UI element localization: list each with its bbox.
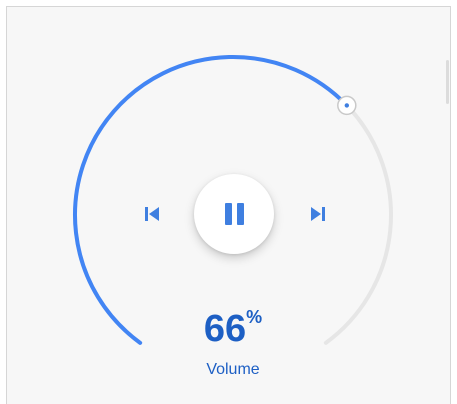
skip-next-button[interactable] — [306, 203, 330, 225]
volume-knob-dot — [344, 103, 350, 108]
skip-previous-button[interactable] — [140, 203, 164, 225]
pause-icon — [224, 203, 244, 225]
volume-value: 66 — [203, 308, 247, 350]
pause-button[interactable] — [194, 174, 274, 254]
volume-label: Volume — [206, 361, 260, 378]
volume-unit: % — [246, 307, 263, 328]
skip-next-icon — [311, 207, 325, 221]
volume-readout: 66% — [0, 307, 457, 351]
volume-player-window: 66% Volume — [0, 0, 457, 404]
skip-previous-icon — [145, 207, 159, 221]
volume-knob[interactable] — [337, 95, 357, 116]
